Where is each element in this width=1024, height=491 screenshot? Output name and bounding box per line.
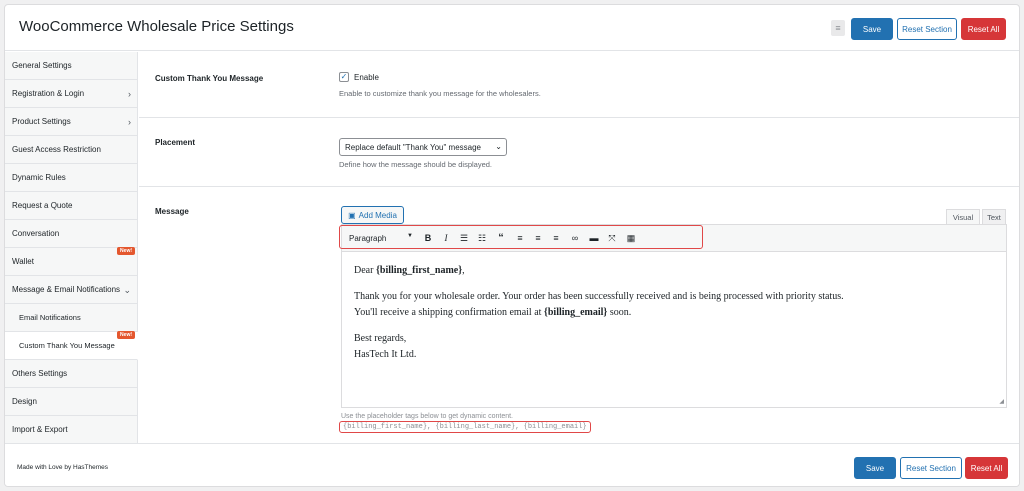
add-media-button[interactable]: ▣ Add Media (341, 206, 404, 224)
sidebar-item-label: Custom Thank You Message (19, 341, 115, 350)
add-media-label: Add Media (358, 210, 397, 220)
placement-description: Define how the message should be display… (339, 160, 493, 169)
sidebar-item-label: Dynamic Rules (12, 173, 66, 182)
sidebar-item-message-email-notifications[interactable]: Message & Email Notifications ⌄ (5, 276, 137, 304)
reset-all-button[interactable]: Reset All (961, 18, 1006, 40)
settings-page: WooCommerce Wholesale Price Settings ≡ S… (4, 4, 1020, 487)
greeting-suffix: , (462, 265, 465, 276)
email-tag: {billing_email} (543, 307, 608, 318)
sidebar-item-general-settings[interactable]: General Settings (5, 52, 137, 80)
enable-checkbox[interactable]: ✓ (339, 72, 349, 82)
sidebar-item-label: Import & Export (12, 425, 68, 434)
sidebar-item-label: Email Notifications (19, 313, 81, 322)
page-footer: Made with Love by HasThemes Save Reset S… (5, 443, 1019, 486)
sidebar-item-conversation[interactable]: Conversation (5, 220, 137, 248)
page-title: WooCommerce Wholesale Price Settings (19, 18, 294, 35)
placeholder-tags: {billing_first_name}, {billing_last_name… (339, 421, 591, 433)
placement-select[interactable]: Replace default "Thank You" message ⌄ (339, 138, 507, 156)
resize-handle-icon[interactable]: ◢ (999, 398, 1004, 405)
company-name: HasTech It Ltd. (354, 349, 417, 360)
sidebar-item-label: Request a Quote (12, 201, 73, 210)
sidebar-item-email-notifications[interactable]: Email Notifications (5, 304, 137, 332)
sidebar-item-request-quote[interactable]: Request a Quote (5, 192, 137, 220)
settings-content: Custom Thank You Message ✓ Enable Enable… (139, 52, 1019, 443)
body-paragraph: Thank you for your wholesale order. Your… (354, 289, 994, 321)
first-name-tag: {billing_first_name} (375, 265, 463, 276)
sidebar-item-label: Message & Email Notifications (12, 285, 121, 294)
sidebar-item-label: Guest Access Restriction (12, 145, 101, 154)
sidebar-item-guest-access[interactable]: Guest Access Restriction (5, 136, 137, 164)
save-button[interactable]: Save (851, 18, 893, 40)
sidebar-item-label: Product Settings (12, 117, 71, 126)
sidebar-item-label: Wallet (12, 257, 34, 266)
editor-body[interactable]: Dear {billing_first_name}, Thank you for… (354, 263, 994, 373)
reset-section-button[interactable]: Reset Section (897, 18, 957, 40)
signoff: Best regards, (354, 333, 407, 344)
chevron-down-icon: ⌄ (495, 142, 502, 151)
footer-save-button[interactable]: Save (854, 457, 896, 479)
footer-reset-section-button[interactable]: Reset Section (900, 457, 962, 479)
tab-text[interactable]: Text (982, 209, 1006, 225)
sidebar-item-label: General Settings (12, 61, 72, 70)
placement-row: Placement (139, 118, 1019, 187)
sidebar-item-label: Conversation (12, 229, 60, 238)
sidebar-item-dynamic-rules[interactable]: Dynamic Rules (5, 164, 137, 192)
body-line-2-suffix: soon. (607, 307, 632, 318)
message-label: Message (155, 207, 189, 216)
sidebar-item-label: Design (12, 397, 37, 406)
sidebar-item-registration-login[interactable]: Registration & Login › (5, 80, 137, 108)
signature: Best regards, HasTech It Ltd. (354, 331, 994, 363)
greeting-line: Dear {billing_first_name}, (354, 263, 994, 279)
custom-thank-you-label: Custom Thank You Message (155, 74, 264, 83)
page-header: WooCommerce Wholesale Price Settings ≡ S… (5, 5, 1019, 51)
chevron-right-icon: › (128, 117, 131, 127)
tab-visual[interactable]: Visual (946, 209, 980, 225)
new-badge: New! (117, 247, 135, 255)
sidebar-item-design[interactable]: Design (5, 388, 137, 416)
body-line-1: Thank you for your wholesale order. Your… (354, 291, 844, 302)
list-icon[interactable]: ≡ (831, 20, 845, 36)
greeting-prefix: Dear (354, 265, 376, 276)
placement-select-value: Replace default "Thank You" message (345, 142, 481, 152)
placement-label: Placement (155, 138, 196, 147)
sidebar-item-label: Registration & Login (12, 89, 85, 98)
sidebar-item-product-settings[interactable]: Product Settings › (5, 108, 137, 136)
media-icon: ▣ (348, 210, 356, 220)
new-badge: New! (117, 331, 135, 339)
chevron-right-icon: › (128, 89, 131, 99)
sidebar-item-custom-thank-you[interactable]: Custom Thank You Message New! (5, 331, 138, 360)
chevron-down-icon: ⌄ (123, 285, 131, 295)
placeholder-help: Use the placeholder tags below to get dy… (341, 413, 513, 420)
sidebar-item-others-settings[interactable]: Others Settings (5, 360, 137, 388)
toolbar-highlight (339, 225, 703, 249)
sidebar-item-import-export[interactable]: Import & Export (5, 416, 137, 444)
sidebar-item-wallet[interactable]: Wallet New! (5, 247, 137, 276)
enable-label: Enable (354, 73, 379, 82)
settings-sidebar: General Settings Registration & Login › P… (5, 52, 138, 444)
message-editor[interactable]: Paragraph ▼ B I ☰ ☷ “ ≡ ≡ ≡ ∞ ▬ ⤧ ▦ Dear… (341, 224, 1007, 408)
sidebar-item-label: Others Settings (12, 369, 68, 378)
enable-description: Enable to customize thank you message fo… (339, 89, 541, 98)
custom-thank-you-row: Custom Thank You Message ✓ Enable Enable… (139, 52, 1019, 118)
body-line-2-prefix: You'll receive a shipping confirmation e… (354, 307, 544, 318)
footer-reset-all-button[interactable]: Reset All (965, 457, 1008, 479)
footer-credit: Made with Love by HasThemes (17, 464, 109, 471)
